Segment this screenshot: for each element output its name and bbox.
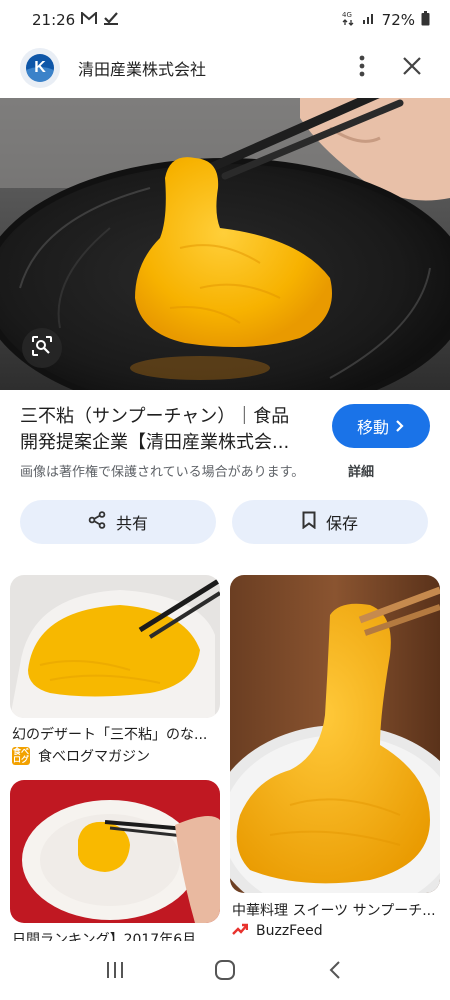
save-button[interactable]: 保存 [232, 500, 428, 544]
related-image-3[interactable] [10, 780, 220, 923]
wifi-icon: 4G [342, 10, 356, 30]
share-button[interactable]: 共有 [20, 500, 216, 544]
site-logo: K [20, 48, 60, 88]
site-name[interactable]: 清田産業株式会社 [78, 56, 206, 80]
related-caption-1[interactable]: 幻のデザート「三不粘」のな... [12, 724, 218, 744]
battery-percent: 72% [381, 11, 415, 29]
back-icon [328, 960, 342, 984]
more-vert-icon [359, 55, 365, 81]
back-button[interactable] [310, 947, 360, 997]
visit-button-label: 移動 [356, 418, 389, 437]
site-logo-mark: K [26, 54, 54, 82]
status-bar: 21:26 4G 72% [0, 0, 450, 40]
result-title-line2: 開発提案企業【清田産業株式会... [20, 432, 290, 453]
status-right: 4G 72% [342, 10, 430, 30]
tabelog-icon: 食べ ログ [12, 747, 30, 765]
related-caption-2[interactable]: 中華料理 スイーツ サンプーチ... [232, 900, 438, 920]
lens-icon [31, 335, 53, 361]
more-options-button[interactable] [346, 48, 378, 88]
related-source-2-label: BuzzFeed [256, 923, 323, 939]
related-source-1[interactable]: 食べ ログ 食べログマガジン [12, 746, 150, 766]
site-header: K 清田産業株式会社 [0, 40, 450, 96]
result-image[interactable] [0, 98, 450, 390]
copyright-notice: 画像は著作権で保護されている場合があります。 [20, 465, 305, 480]
related-caption-3[interactable]: 日間ランキング】2017年6月 [12, 929, 218, 941]
status-left: 21:26 [32, 10, 119, 29]
trending-icon [232, 922, 249, 940]
home-button[interactable] [200, 947, 250, 997]
home-icon [214, 959, 236, 985]
clock: 21:26 [32, 11, 76, 29]
lens-search-button[interactable] [22, 328, 62, 368]
site-logo-letter: K [34, 59, 46, 76]
mail-icon [81, 10, 98, 29]
check-icon [103, 11, 119, 29]
bookmark-icon [302, 511, 316, 533]
details-link[interactable]: 詳細 [348, 461, 374, 480]
related-image-1[interactable] [10, 575, 220, 718]
result-title[interactable]: 三不粘（サンプーチャン）｜食品 開発提案企業【清田産業株式会... [20, 404, 320, 456]
recents-icon [105, 961, 125, 983]
related-source-1-label: 食べログマガジン [38, 749, 150, 765]
recents-button[interactable] [90, 947, 140, 997]
chevron-right-icon [395, 417, 405, 436]
close-button[interactable] [392, 48, 432, 88]
system-nav-bar [0, 944, 450, 1000]
signal-icon [362, 11, 376, 29]
related-source-2[interactable]: BuzzFeed [232, 922, 323, 940]
visit-button[interactable]: 移動 [332, 404, 430, 448]
save-label: 保存 [325, 514, 358, 533]
battery-icon [421, 10, 430, 30]
close-icon [403, 57, 421, 79]
share-icon [88, 511, 106, 533]
share-label: 共有 [115, 514, 148, 533]
svg-text:4G: 4G [342, 11, 352, 19]
result-title-line1: 三不粘（サンプーチャン）｜食品 [20, 406, 290, 427]
related-image-2[interactable] [230, 575, 440, 893]
